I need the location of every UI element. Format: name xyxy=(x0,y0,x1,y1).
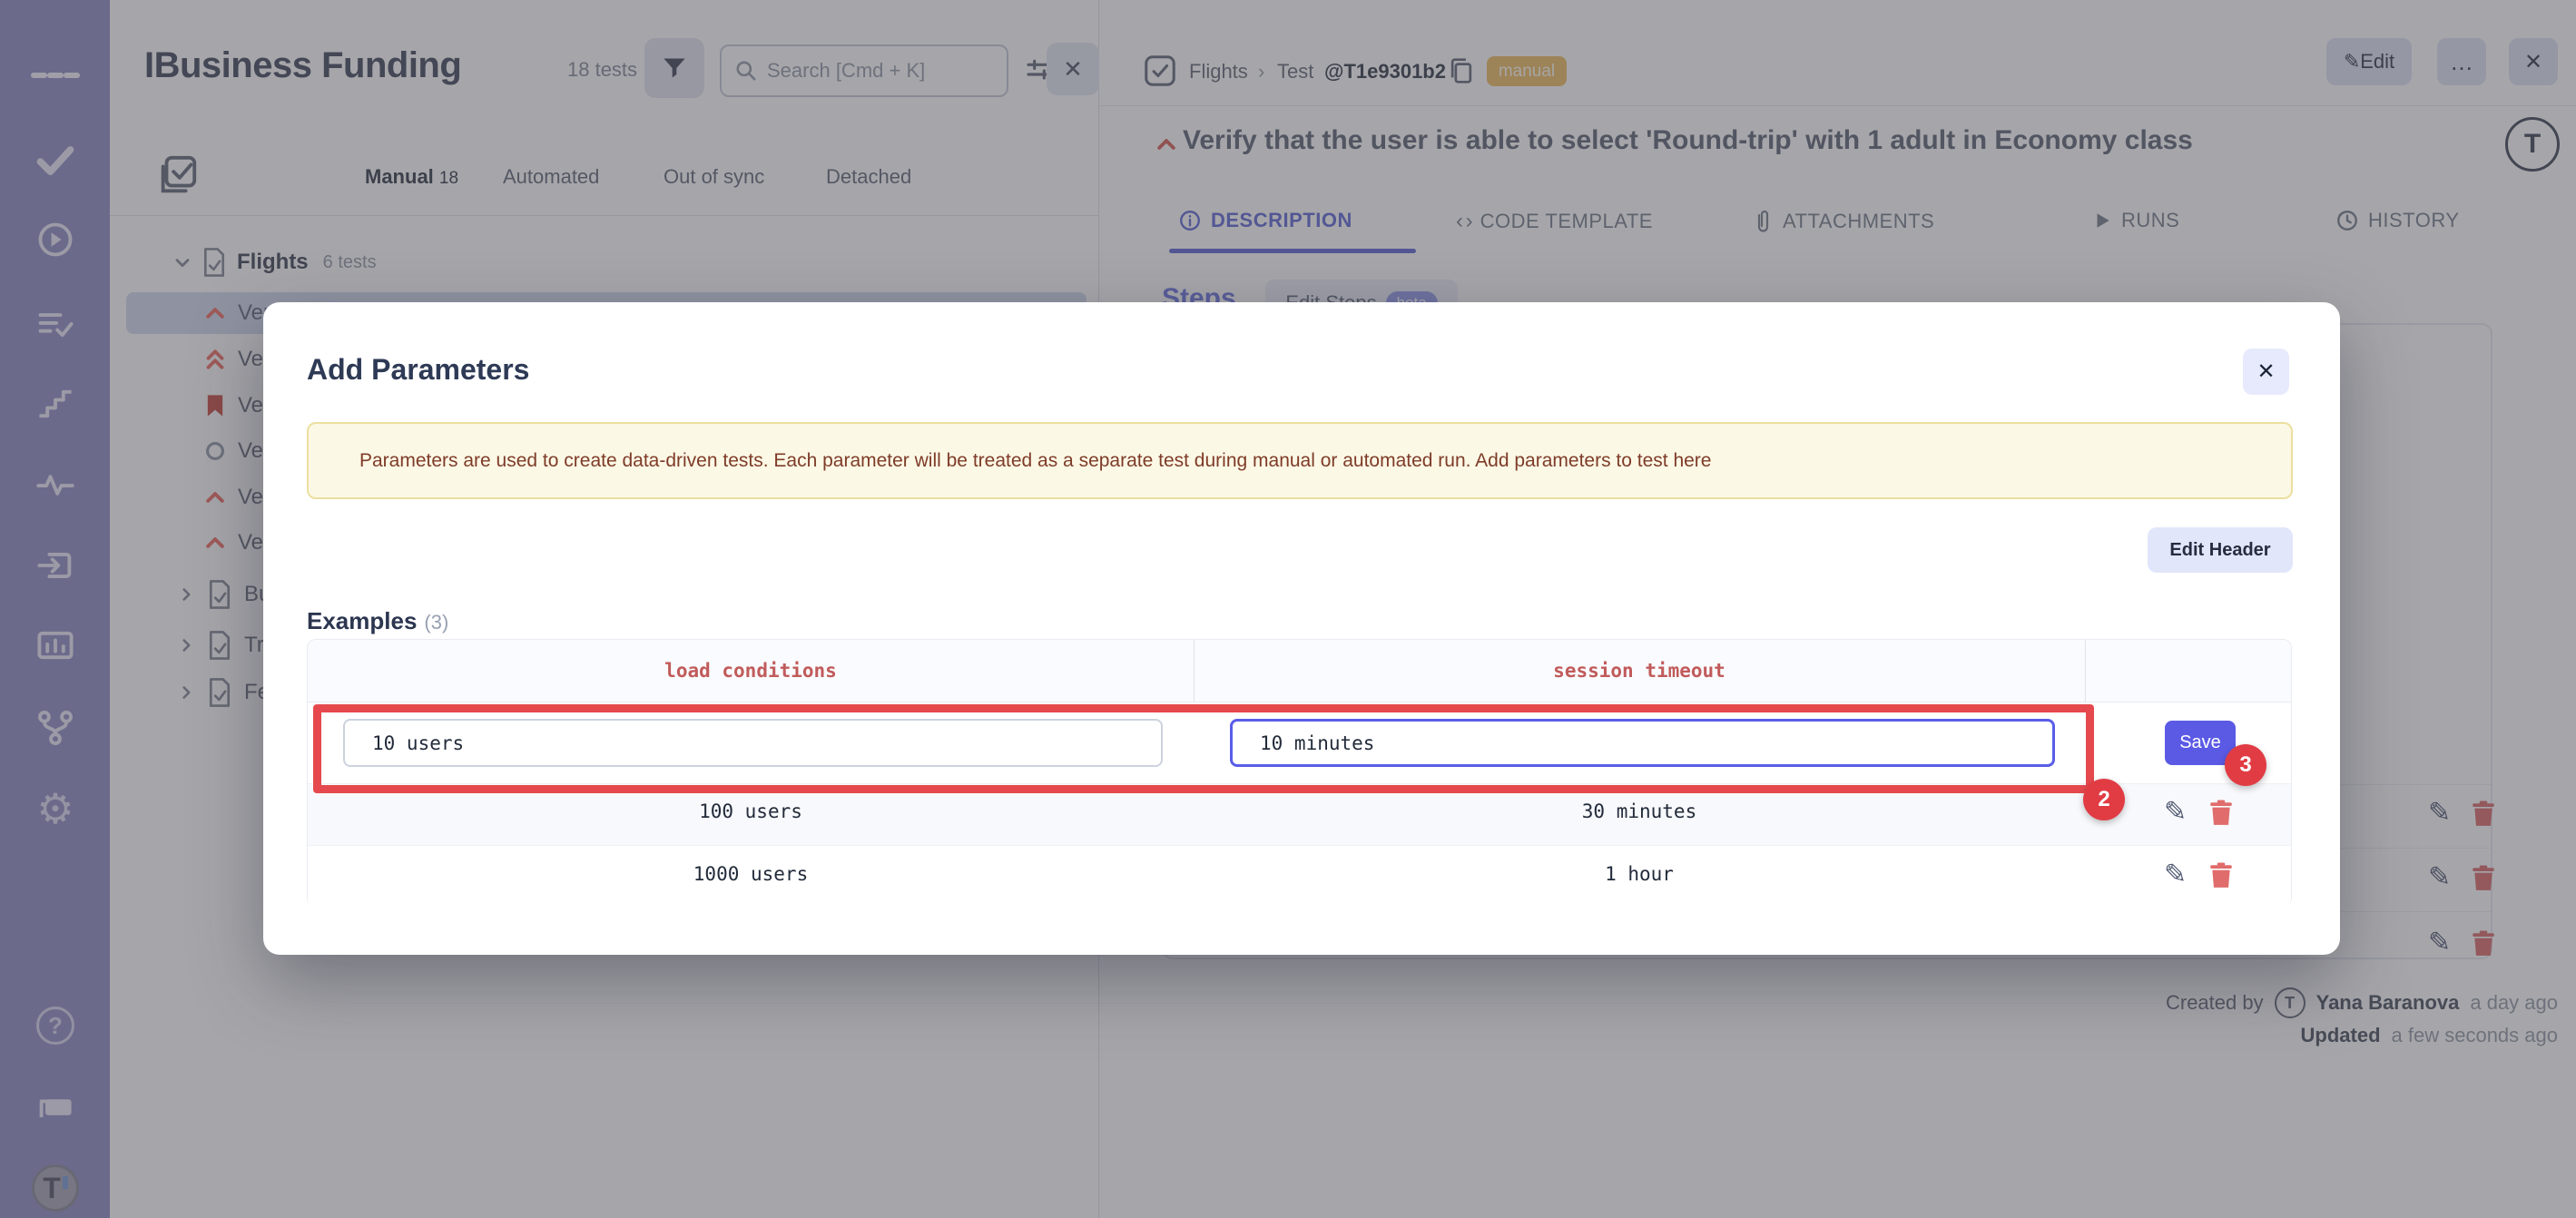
examples-count: (3) xyxy=(424,611,449,634)
info-banner: Parameters are used to create data-drive… xyxy=(307,422,2293,499)
modal-close-button[interactable]: ✕ xyxy=(2243,349,2289,395)
delete-row-icon[interactable] xyxy=(2209,862,2233,889)
app-window: ⚙ ? T IBusiness Funding 18 tests ✕ Manua… xyxy=(0,0,2576,1218)
close-icon: ✕ xyxy=(2256,359,2276,384)
annotation-step-3-badge: 3 xyxy=(2225,744,2266,786)
parameters-table: load conditions session timeout Save 3 2… xyxy=(307,639,2292,908)
cell-load-conditions: 1000 users xyxy=(693,863,809,885)
column-header-session-timeout: session timeout xyxy=(1553,660,1726,682)
load-conditions-input[interactable] xyxy=(343,719,1163,767)
edit-header-button[interactable]: Edit Header xyxy=(2148,527,2293,573)
cell-session-timeout: 30 minutes xyxy=(1581,801,1697,822)
column-divider xyxy=(2085,640,2086,702)
annotation-step-2-badge: 2 xyxy=(2083,779,2125,820)
edit-row-icon[interactable]: ✎ xyxy=(2164,859,2187,890)
examples-heading: Examples (3) xyxy=(307,607,449,634)
cell-session-timeout: 1 hour xyxy=(1605,863,1674,885)
column-header-load-conditions: load conditions xyxy=(664,660,837,682)
edit-row-icon[interactable]: ✎ xyxy=(2164,796,2187,828)
column-divider xyxy=(1194,640,1195,702)
info-text: Parameters are used to create data-drive… xyxy=(359,449,1712,471)
delete-row-icon[interactable] xyxy=(2209,800,2233,827)
session-timeout-input[interactable] xyxy=(1230,719,2055,767)
cell-load-conditions: 100 users xyxy=(699,801,802,822)
add-parameters-modal: Add Parameters ✕ Parameters are used to … xyxy=(263,302,2340,955)
modal-title: Add Parameters xyxy=(307,353,530,386)
table-header: load conditions session timeout xyxy=(308,640,2291,702)
